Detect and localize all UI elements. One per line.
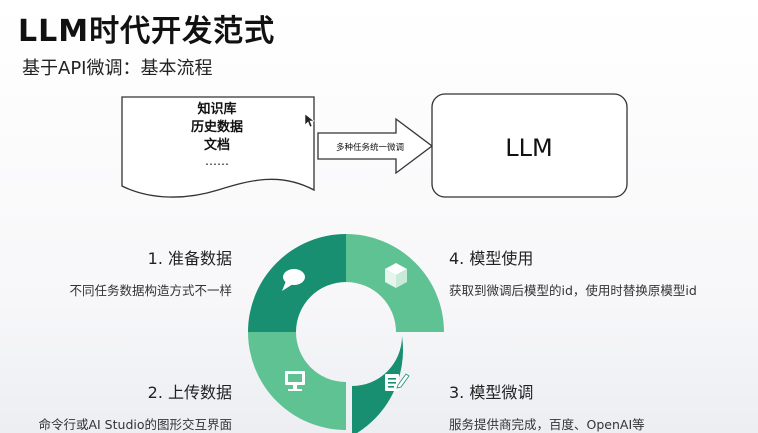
step-description: 命令行或AI Studio的图形交互界面 <box>38 417 232 432</box>
step-description: 获取到微调后模型的id，使用时替换原模型id <box>449 283 697 298</box>
llm-label: LLM <box>505 134 552 162</box>
document-line: 文档 <box>204 137 230 153</box>
flow-diagram: 知识库 历史数据 文档 …… 多种任务统一微调 LLM <box>121 93 628 433</box>
step-prepare-data: 1. 准备数据 不同任务数据构造方式不一样 <box>69 245 232 299</box>
arrow-label: 多种任务统一微调 <box>336 142 404 153</box>
step-description: 服务提供商完成，百度、OpenAI等 <box>449 417 645 432</box>
step-title: 2. 上传数据 <box>147 383 232 402</box>
document-line: 历史数据 <box>191 119 243 135</box>
step-description: 不同任务数据构造方式不一样 <box>69 283 232 298</box>
step-title: 1. 准备数据 <box>147 249 232 268</box>
edit-note-icon <box>385 373 410 391</box>
document-line: …… <box>205 154 229 168</box>
step-title: 3. 模型微调 <box>449 383 534 402</box>
step-fine-tune: 3. 模型微调 服务提供商完成，百度、OpenAI等 <box>449 379 645 433</box>
step-model-use: 4. 模型使用 获取到微调后模型的id，使用时替换原模型id <box>449 245 697 299</box>
step-title: 4. 模型使用 <box>449 249 534 268</box>
document-line: 知识库 <box>197 101 236 117</box>
step-upload-data: 2. 上传数据 命令行或AI Studio的图形交互界面 <box>38 379 232 433</box>
